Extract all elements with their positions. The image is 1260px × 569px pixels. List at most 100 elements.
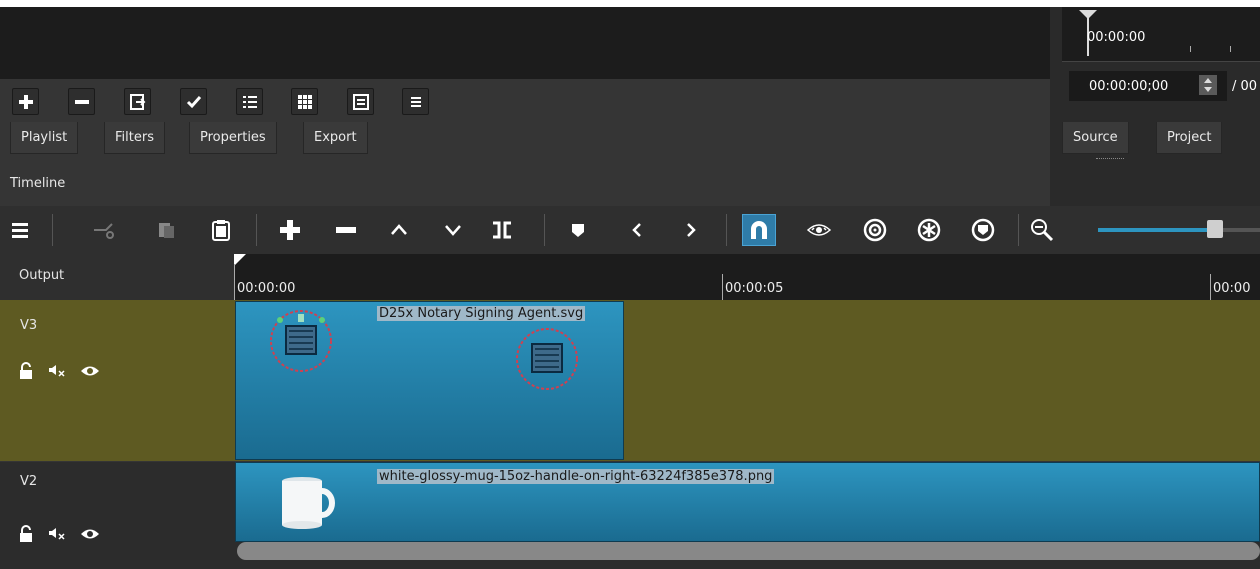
timeline-title: Timeline — [10, 176, 66, 191]
zoom-slider-fill — [1098, 228, 1215, 232]
toolbar-separator — [726, 214, 727, 246]
playlist-menu-button[interactable] — [402, 88, 429, 115]
tab-filters[interactable]: Filters — [104, 122, 165, 154]
cut-button[interactable] — [88, 214, 120, 246]
next-marker-button[interactable] — [675, 214, 707, 246]
scrub-button[interactable] — [803, 214, 835, 246]
ripple-markers-button[interactable] — [967, 214, 999, 246]
remove-icon — [336, 227, 356, 233]
grid-view-button[interactable] — [291, 88, 318, 115]
mute-icon[interactable] — [48, 363, 68, 383]
toolbar-separator — [256, 214, 257, 246]
overwrite-button[interactable] — [437, 214, 469, 246]
snap-button[interactable] — [742, 214, 776, 246]
check-icon — [186, 95, 201, 108]
append-icon — [280, 220, 300, 240]
timeline-scrollbar[interactable] — [237, 542, 1260, 560]
update-button[interactable] — [124, 88, 151, 115]
ripple-icon — [863, 218, 887, 242]
ruler-tick — [1230, 46, 1231, 52]
check-button[interactable] — [180, 88, 207, 115]
track-lane-v3[interactable]: D25x Notary Signing Agent.svg — [234, 300, 1260, 461]
timecode-spinner[interactable] — [1199, 75, 1217, 95]
notary-seal-thumbnail — [270, 310, 332, 372]
ruler-tick — [234, 264, 235, 300]
zoom-slider-track[interactable] — [1098, 228, 1260, 232]
resize-handle[interactable] — [1096, 158, 1124, 160]
remove-button[interactable] — [68, 88, 95, 115]
next-marker-icon — [687, 223, 696, 237]
toolbar-separator — [544, 214, 545, 246]
update-icon — [129, 93, 145, 110]
tab-playlist[interactable]: Playlist — [10, 122, 79, 154]
lift-button[interactable] — [383, 214, 415, 246]
menu-icon — [410, 96, 421, 107]
output-label: Output — [19, 268, 65, 283]
menu-icon — [12, 223, 28, 238]
tab-source[interactable]: Source — [1062, 122, 1129, 154]
notary-seal-thumbnail — [516, 328, 578, 390]
mug-thumbnail — [282, 477, 335, 529]
marker-icon — [572, 224, 584, 237]
details-view-icon — [352, 93, 369, 110]
list-view-button[interactable] — [236, 88, 263, 115]
ripple-all-button[interactable] — [913, 214, 945, 246]
lock-icon[interactable] — [18, 362, 36, 384]
playlist-panel[interactable] — [0, 7, 1050, 79]
output-track-header[interactable]: Output — [0, 254, 234, 300]
clip-label: D25x Notary Signing Agent.svg — [377, 306, 586, 321]
ruler-tick — [1190, 46, 1191, 52]
eye-icon[interactable] — [80, 527, 100, 545]
split-icon — [493, 221, 511, 239]
ruler-tick — [1210, 274, 1211, 300]
track-name: V3 — [20, 318, 38, 333]
cut-icon — [94, 223, 114, 239]
total-duration: / 00 — [1232, 79, 1258, 94]
lock-icon[interactable] — [18, 525, 36, 547]
zoom-out-icon — [1031, 219, 1054, 242]
zoom-slider-handle[interactable] — [1207, 220, 1223, 238]
paste-icon — [212, 220, 230, 241]
list-view-icon — [242, 95, 257, 108]
split-button[interactable] — [486, 214, 518, 246]
ruler-label: 00:00:05 — [725, 281, 784, 296]
paste-button[interactable] — [205, 214, 237, 246]
playhead-icon[interactable] — [234, 254, 248, 270]
zoom-out-button[interactable] — [1026, 214, 1058, 246]
scrub-icon — [807, 224, 831, 236]
ripple-markers-icon — [971, 218, 995, 242]
copy-button[interactable] — [150, 214, 182, 246]
clip-label: white-glossy-mug-15oz-handle-on-right-63… — [377, 469, 775, 484]
tab-project[interactable]: Project — [1156, 122, 1223, 154]
spinner-arrows-icon — [1204, 78, 1212, 92]
ripple-button[interactable] — [859, 214, 891, 246]
grid-view-icon — [297, 94, 312, 109]
clip-notary-svg[interactable]: D25x Notary Signing Agent.svg — [235, 301, 624, 460]
timeline-menu-button[interactable] — [4, 214, 36, 246]
track-name: V2 — [20, 474, 38, 489]
clip-mug-png[interactable]: white-glossy-mug-15oz-handle-on-right-63… — [235, 462, 1260, 542]
player-ruler-time: 00:00:00 — [1087, 30, 1146, 45]
track-lane-v2[interactable]: white-glossy-mug-15oz-handle-on-right-63… — [234, 462, 1260, 569]
mute-icon[interactable] — [48, 526, 68, 546]
details-view-button[interactable] — [347, 88, 374, 115]
snap-icon — [751, 221, 767, 239]
tab-export[interactable]: Export — [303, 122, 368, 154]
remove-clip-button[interactable] — [330, 214, 362, 246]
marker-button[interactable] — [562, 214, 594, 246]
remove-icon — [74, 99, 89, 104]
timeline-ruler[interactable]: 00:00:00 00:00:05 00:00 — [234, 254, 1260, 300]
toolbar-separator — [52, 214, 53, 246]
append-button[interactable] — [274, 214, 306, 246]
ruler-tick — [722, 274, 723, 300]
add-button[interactable] — [12, 88, 39, 115]
lift-icon — [391, 224, 407, 235]
overwrite-icon — [445, 225, 461, 236]
track-header-v3[interactable]: V3 — [0, 300, 234, 461]
previous-marker-button[interactable] — [621, 214, 653, 246]
toolbar-separator — [1018, 214, 1019, 246]
previous-marker-icon — [632, 223, 641, 237]
tab-properties[interactable]: Properties — [189, 122, 277, 154]
track-header-v2[interactable]: V2 — [0, 462, 234, 569]
eye-icon[interactable] — [80, 364, 100, 382]
